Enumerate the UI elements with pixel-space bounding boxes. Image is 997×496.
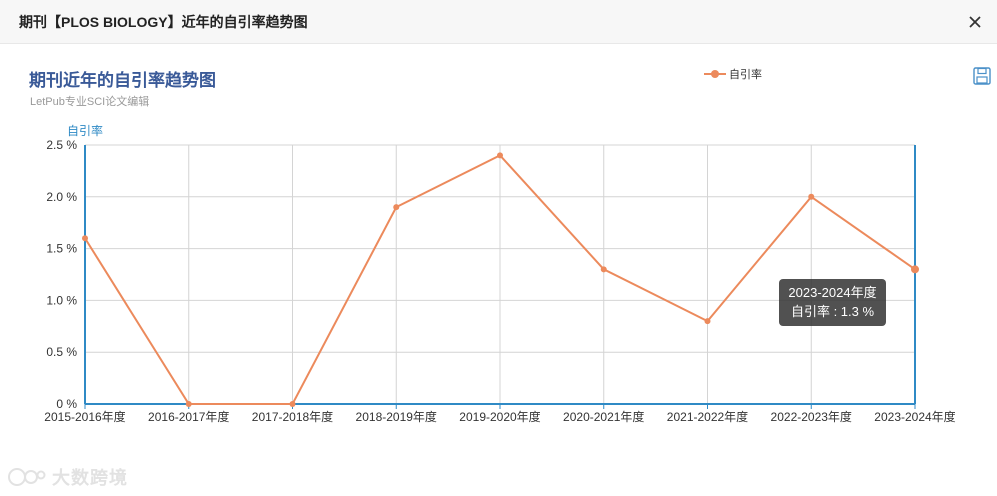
x-tick-label: 2019-2020年度 — [459, 409, 540, 424]
data-point — [808, 193, 815, 200]
data-point — [289, 401, 296, 407]
tooltip-value: 自引率 : 1.3 % — [790, 304, 875, 319]
y-tick-label: 2.5 % — [46, 138, 77, 152]
y-tick-label: 2.0 % — [46, 190, 77, 204]
tooltip-category: 2023-2024年度 — [788, 285, 877, 300]
chart-tooltip: 2023-2024年度 自引率 : 1.3 % — [779, 279, 886, 326]
x-tick-label: 2017-2018年度 — [252, 409, 333, 424]
y-axis-label: 自引率 — [67, 123, 103, 138]
x-tick-label: 2016-2017年度 — [148, 409, 229, 424]
x-tick-label: 2021-2022年度 — [667, 409, 748, 424]
x-tick-label: 2022-2023年度 — [771, 409, 852, 424]
data-point — [393, 204, 400, 211]
data-point — [185, 401, 192, 407]
x-tick-label: 2018-2019年度 — [356, 409, 437, 424]
data-point — [911, 265, 919, 274]
y-tick-label: 0.5 % — [46, 345, 77, 359]
chart-plot: 0 % 0.5 % 1.0 % 1.5 % 2.0 % 2.5 % 2015-2016年度 2… — [44, 123, 955, 424]
x-tick-label: 2020-2021年度 — [563, 409, 644, 424]
x-tick-label: 2023-2024年度 — [874, 409, 955, 424]
logo-icon — [8, 468, 46, 486]
y-tick-label: 1.0 % — [46, 293, 77, 307]
data-point — [600, 266, 607, 273]
x-tick-label: 2015-2016年度 — [44, 409, 125, 424]
data-point — [704, 318, 711, 325]
y-tick-label: 0 % — [56, 397, 77, 411]
data-point — [497, 152, 503, 159]
watermark: 大数跨境 — [6, 465, 128, 489]
watermark-text: 大数跨境 — [52, 468, 128, 488]
y-tick-label: 1.5 % — [46, 242, 77, 256]
data-point — [82, 235, 88, 242]
